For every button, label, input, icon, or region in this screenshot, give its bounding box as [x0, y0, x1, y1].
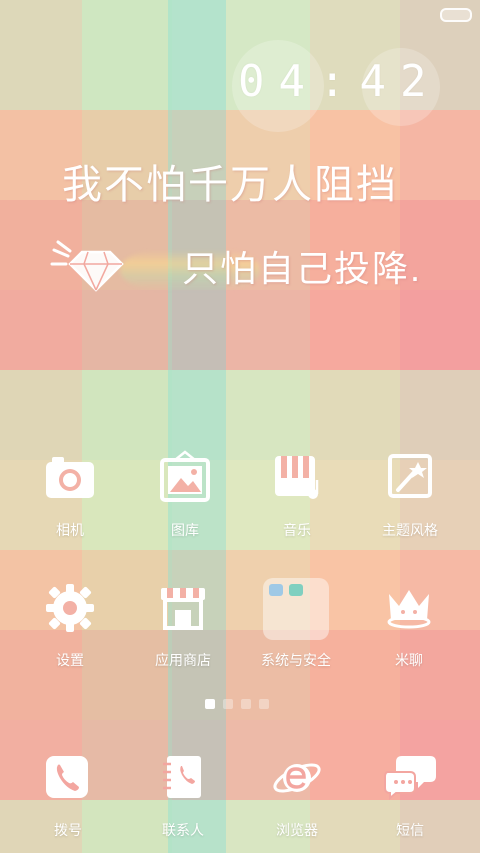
wallpaper: [0, 0, 480, 853]
dock-app-messages[interactable]: 短信: [355, 750, 465, 840]
theme-icon: [382, 450, 438, 506]
app-label: 米聊: [395, 652, 423, 668]
wall-stripe: [400, 0, 480, 853]
clock-time[interactable]: 04:42: [238, 50, 438, 114]
wallpaper-quote-line2: 只怕自己投降.: [182, 248, 423, 289]
folder-icon: [263, 578, 329, 640]
dock-app-dialer[interactable]: 拨号: [13, 750, 123, 840]
dock-app-contacts[interactable]: 联系人: [128, 750, 238, 840]
wall-stripe: [82, 0, 172, 853]
wallpaper-quote-line1: 我不怕千万人阻挡: [62, 162, 398, 208]
phone-icon: [40, 750, 96, 806]
page-indicator[interactable]: [205, 696, 277, 710]
folder-system-security[interactable]: 系统与安全: [241, 578, 351, 670]
app-music[interactable]: 音乐: [242, 450, 352, 540]
app-label: 浏览器: [276, 822, 318, 838]
app-store[interactable]: 应用商店: [128, 580, 238, 670]
page-dot[interactable]: [223, 699, 233, 709]
app-label: 设置: [56, 652, 84, 668]
contacts-icon: [155, 750, 211, 806]
app-theme[interactable]: 主题风格: [355, 450, 465, 540]
crown-chat-icon: [381, 580, 437, 636]
mini-app-icon: [269, 584, 283, 596]
app-label: 相机: [56, 522, 84, 538]
app-gallery[interactable]: 图库: [130, 450, 240, 540]
page-dot[interactable]: [259, 699, 269, 709]
wall-stripe: [310, 0, 400, 853]
dock-app-browser[interactable]: 浏览器: [242, 750, 352, 840]
messages-icon: [382, 750, 438, 806]
app-camera[interactable]: 相机: [15, 450, 125, 540]
wall-stripe: [0, 0, 82, 853]
settings-gear-icon: [42, 580, 98, 636]
battery-indicator: [440, 8, 472, 22]
mini-app-icon: [289, 584, 303, 596]
page-dot[interactable]: [205, 699, 215, 709]
camera-icon: [42, 450, 98, 506]
app-store-icon: [155, 580, 211, 636]
app-label: 图库: [171, 522, 199, 538]
app-label: 主题风格: [382, 522, 438, 538]
app-michat[interactable]: 米聊: [354, 580, 464, 670]
music-icon: [269, 450, 325, 506]
app-label: 联系人: [162, 822, 204, 838]
gallery-icon: [157, 450, 213, 506]
wall-stripe: [168, 0, 226, 853]
page-dot[interactable]: [241, 699, 251, 709]
app-label: 音乐: [283, 522, 311, 538]
app-label: 系统与安全: [261, 652, 331, 668]
app-label: 短信: [396, 822, 424, 838]
app-settings[interactable]: 设置: [15, 580, 125, 670]
app-label: 应用商店: [155, 652, 211, 668]
browser-icon: [269, 750, 325, 806]
app-label: 拨号: [54, 822, 82, 838]
diamond-icon: [50, 238, 130, 293]
